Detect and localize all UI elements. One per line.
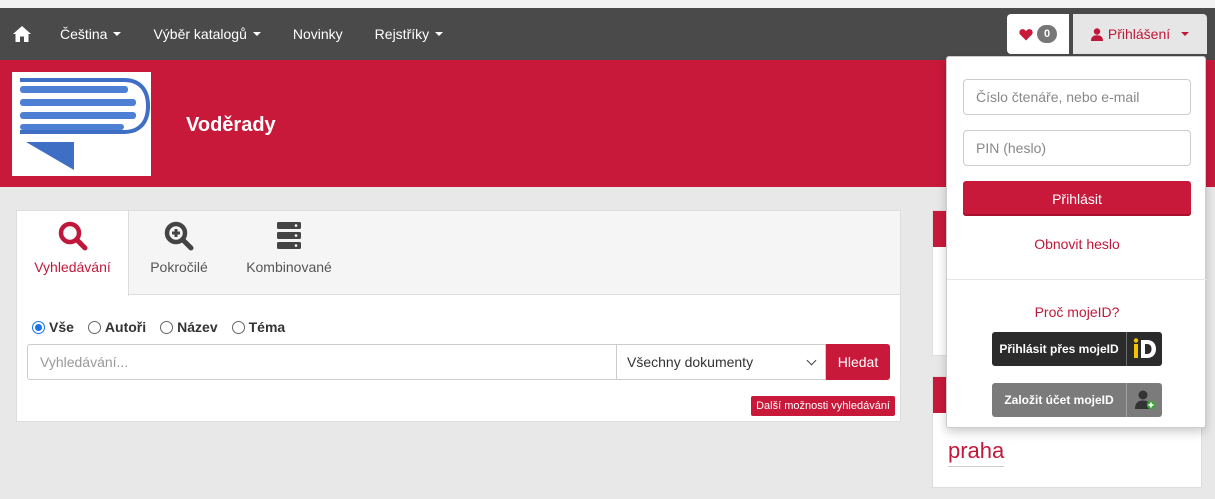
radio-selected-icon (32, 320, 45, 334)
search-panel: Vyhledávání Pokročilé Kombinované Vše Au… (16, 210, 901, 422)
nav-indexes-label: Rejstříky (374, 26, 430, 42)
speech-bubble-logo-icon (20, 78, 151, 170)
top-navbar: Čeština Výběr katalogů Novinky Rejstříky… (0, 8, 1215, 60)
mojeid-login-label: Přihlásit přes mojeID (999, 342, 1119, 356)
tab-advanced-search-label: Pokročilé (150, 259, 208, 275)
caret-down-icon (113, 32, 122, 36)
more-search-options-button[interactable]: Další možnosti vyhledávání (751, 396, 895, 416)
nav-news[interactable]: Novinky (277, 8, 359, 60)
search-tabs: Vyhledávání Pokročilé Kombinované (17, 211, 900, 296)
radio-unselected-icon (231, 320, 245, 334)
nav-catalog-select[interactable]: Výběr katalogů (137, 8, 276, 60)
heart-icon (1019, 28, 1033, 40)
radio-title[interactable]: Název (160, 319, 218, 335)
tab-combined-search-label: Kombinované (246, 259, 332, 275)
tab-basic-search-label: Vyhledávání (34, 259, 111, 275)
search-input[interactable] (27, 344, 617, 380)
add-user-icon (1126, 383, 1162, 417)
site-title: Voděrady (186, 114, 276, 136)
document-type-value: Všechny dokumenty (627, 354, 754, 370)
tab-basic-search[interactable]: Vyhledávání (17, 211, 129, 296)
tag-cloud-word[interactable]: praha (948, 438, 1005, 467)
mojeid-logo-icon (1126, 332, 1162, 366)
tab-advanced-search[interactable]: Pokročilé (129, 211, 229, 295)
radio-all-label: Vše (49, 319, 74, 335)
side-box-header (933, 211, 947, 247)
reset-password-link[interactable]: Obnovit heslo (947, 236, 1207, 252)
caret-down-icon (435, 32, 444, 36)
radio-unselected-icon (87, 320, 101, 334)
user-icon (1090, 27, 1103, 41)
pin-input[interactable] (963, 130, 1191, 166)
caret-down-icon (252, 32, 261, 36)
nav-indexes[interactable]: Rejstříky (359, 8, 459, 60)
radio-all[interactable]: Vše (32, 319, 74, 335)
library-logo[interactable] (12, 72, 151, 176)
login-dropdown: Přihlásit Obnovit heslo Proč mojeID? Při… (946, 56, 1207, 428)
radio-subject[interactable]: Téma (231, 319, 286, 335)
mojeid-why-link[interactable]: Proč mojeID? (947, 304, 1207, 320)
server-stack-icon (277, 222, 301, 249)
mojeid-login-button[interactable]: Přihlásit přes mojeID (992, 332, 1162, 366)
home-button[interactable] (0, 8, 44, 60)
zoom-in-icon (164, 221, 194, 251)
radio-subject-label: Téma (248, 319, 286, 335)
nav-news-label: Novinky (292, 26, 343, 42)
document-type-select[interactable]: Všechny dokumenty (617, 344, 826, 380)
login-dropdown-toggle[interactable]: Přihlášení (1073, 14, 1207, 54)
home-icon (13, 26, 31, 42)
search-scope-radios: Vše Autoři Název Téma (32, 319, 285, 335)
nav-catalog-label: Výběr katalogů (153, 26, 247, 42)
mojeid-create-label: Založit účet mojeID (1004, 393, 1114, 407)
search-icon (58, 221, 87, 251)
favorites-count-badge: 0 (1037, 25, 1057, 43)
mojeid-create-account-button[interactable]: Založit účet mojeID (992, 383, 1162, 417)
radio-unselected-icon (160, 320, 174, 334)
nav-language[interactable]: Čeština (44, 8, 137, 60)
login-submit-button[interactable]: Přihlásit (963, 181, 1191, 216)
nav-language-label: Čeština (60, 26, 108, 42)
caret-down-icon (1181, 32, 1190, 36)
radio-authors-label: Autoři (104, 319, 147, 335)
top-strip (0, 0, 1215, 8)
tab-combined-search[interactable]: Kombinované (229, 211, 349, 295)
reader-id-input[interactable] (963, 79, 1191, 115)
dropdown-divider (947, 279, 1207, 280)
search-button[interactable]: Hledat (826, 344, 890, 380)
radio-title-label: Název (177, 319, 218, 335)
radio-authors[interactable]: Autoři (87, 319, 147, 335)
login-toggle-label: Přihlášení (1107, 26, 1171, 42)
search-row: Všechny dokumenty Hledat (27, 344, 890, 380)
chevron-down-icon (806, 355, 817, 365)
favorites-button[interactable]: 0 (1007, 14, 1069, 54)
nav-right-group: 0 Přihlášení (1007, 14, 1207, 54)
side-box-header (933, 377, 947, 413)
